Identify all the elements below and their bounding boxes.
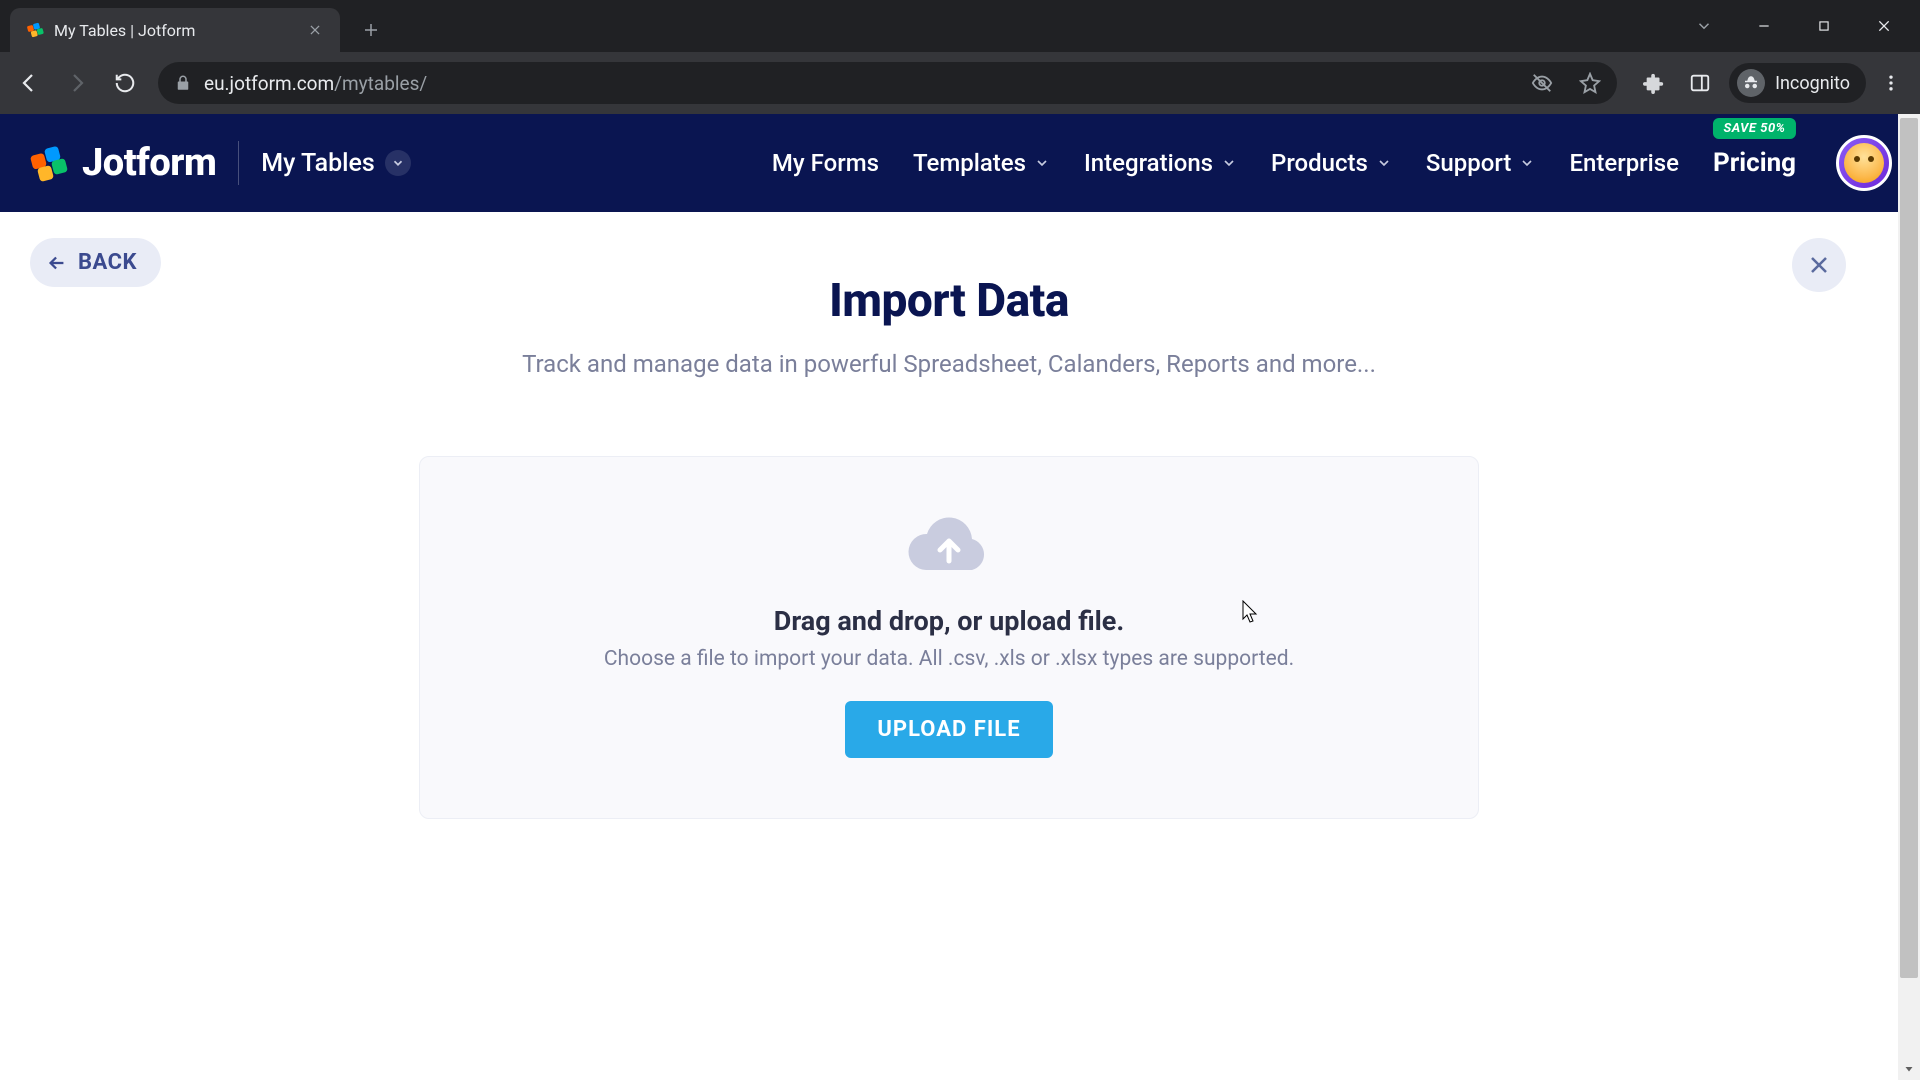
browser-reload-button[interactable] <box>104 62 146 104</box>
scrollbar-thumb[interactable] <box>1900 118 1918 978</box>
browser-address-bar[interactable]: eu.jotform.com/mytables/ <box>158 62 1617 104</box>
browser-chrome: My Tables | Jotform <box>0 0 1920 114</box>
incognito-indicator[interactable]: Incognito <box>1729 63 1866 103</box>
jotform-logo-icon <box>28 142 70 184</box>
incognito-icon <box>1737 69 1765 97</box>
save-badge: SAVE 50% <box>1713 118 1795 139</box>
nav-label: Enterprise <box>1569 149 1679 177</box>
nav-pricing[interactable]: SAVE 50% Pricing <box>1713 148 1796 178</box>
chevron-down-icon <box>1221 155 1237 171</box>
scrollbar-down-button[interactable] <box>1898 1058 1920 1080</box>
extensions-icon[interactable] <box>1633 62 1675 104</box>
nav-label: Products <box>1271 149 1368 177</box>
app-root: Jotform My Tables My Forms Templates Int… <box>0 114 1920 1080</box>
brand-name: Jotform <box>82 141 216 185</box>
nav-label: Integrations <box>1084 149 1213 177</box>
upload-drop-zone[interactable]: Drag and drop, or upload file. Choose a … <box>419 456 1479 819</box>
chevron-down-icon <box>1519 155 1535 171</box>
incognito-label: Incognito <box>1775 73 1850 94</box>
browser-tab-active[interactable]: My Tables | Jotform <box>10 8 340 52</box>
chevron-down-icon <box>385 150 411 176</box>
tab-search-button[interactable] <box>1674 6 1734 46</box>
lock-icon <box>174 74 192 92</box>
jotform-favicon-icon <box>26 21 44 39</box>
app-header: Jotform My Tables My Forms Templates Int… <box>0 114 1920 212</box>
nav-label: Templates <box>913 149 1026 177</box>
tab-close-icon[interactable] <box>306 21 324 39</box>
page-subtitle: Track and manage data in powerful Spread… <box>30 350 1868 378</box>
browser-tab-title: My Tables | Jotform <box>54 21 296 40</box>
nav-label: My Forms <box>772 149 879 177</box>
close-button[interactable] <box>1792 238 1846 292</box>
brand-logo[interactable]: Jotform <box>28 141 216 185</box>
page-body: BACK Import Data Track and manage data i… <box>0 212 1920 1080</box>
window-minimize-button[interactable] <box>1734 6 1794 46</box>
chevron-down-icon <box>1376 155 1392 171</box>
back-label: BACK <box>78 250 137 275</box>
side-panel-icon[interactable] <box>1679 62 1721 104</box>
chevron-down-icon <box>1034 155 1050 171</box>
drop-subtitle: Choose a file to import your data. All .… <box>604 647 1294 671</box>
nav-label: Support <box>1426 149 1512 177</box>
eye-off-icon[interactable] <box>1531 72 1553 94</box>
cloud-upload-icon <box>906 515 992 577</box>
browser-forward-button[interactable] <box>56 62 98 104</box>
url-domain: eu.jotform.com/mytables/ <box>204 72 427 95</box>
upload-file-button[interactable]: UPLOAD FILE <box>845 701 1052 758</box>
new-tab-button[interactable] <box>354 13 388 47</box>
user-avatar[interactable] <box>1836 135 1892 191</box>
avatar-icon <box>1844 143 1884 183</box>
header-divider <box>238 141 239 185</box>
back-button[interactable]: BACK <box>30 238 161 287</box>
window-close-button[interactable] <box>1854 6 1914 46</box>
arrow-left-icon <box>46 252 68 274</box>
close-icon <box>1807 253 1831 277</box>
header-nav: My Forms Templates Integrations Products… <box>772 114 1892 212</box>
pricing-label: Pricing <box>1713 148 1796 178</box>
nav-templates[interactable]: Templates <box>913 149 1050 177</box>
browser-toolbar: eu.jotform.com/mytables/ Incognito <box>0 52 1920 114</box>
star-icon[interactable] <box>1579 72 1601 94</box>
page-title: Import Data <box>30 274 1868 328</box>
browser-back-button[interactable] <box>8 62 50 104</box>
window-maximize-button[interactable] <box>1794 6 1854 46</box>
browser-tab-bar: My Tables | Jotform <box>0 0 1920 52</box>
nav-support[interactable]: Support <box>1426 149 1536 177</box>
browser-menu-button[interactable] <box>1870 62 1912 104</box>
drop-title: Drag and drop, or upload file. <box>774 605 1124 637</box>
nav-my-forms[interactable]: My Forms <box>772 149 879 177</box>
nav-products[interactable]: Products <box>1271 149 1392 177</box>
section-dropdown[interactable]: My Tables <box>261 149 411 178</box>
nav-integrations[interactable]: Integrations <box>1084 149 1237 177</box>
nav-enterprise[interactable]: Enterprise <box>1569 149 1679 177</box>
section-label: My Tables <box>261 149 375 178</box>
